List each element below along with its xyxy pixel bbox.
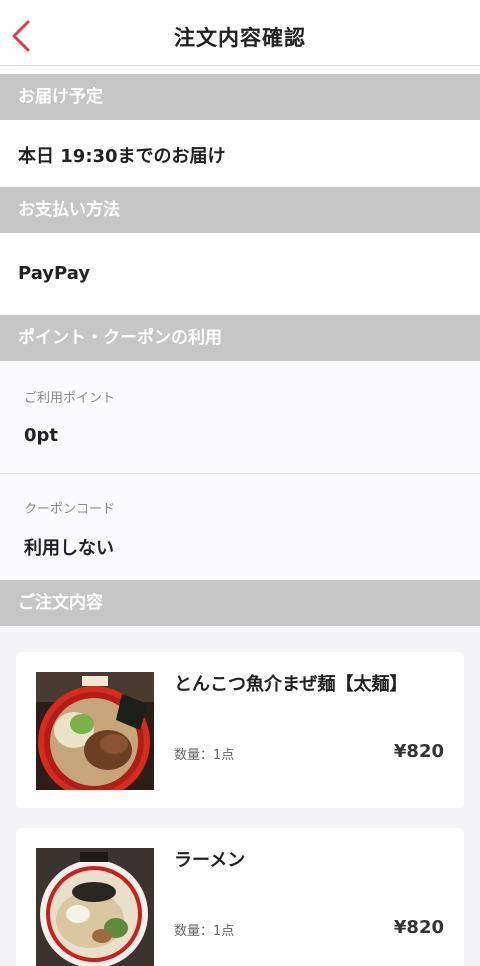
section-header-order: ご注文内容 xyxy=(0,580,480,626)
coupon-row[interactable]: クーポンコード 利用しない xyxy=(0,474,480,580)
section-header-delivery: お届け予定 xyxy=(0,74,480,120)
food-image xyxy=(36,672,154,790)
coupon-label: クーポンコード xyxy=(24,502,116,517)
item-price: ¥820 xyxy=(393,917,444,938)
coupon-value[interactable]: 利用しない xyxy=(24,534,114,560)
section-header-points: ポイント・クーポンの利用 xyxy=(0,315,480,361)
points-row[interactable]: ご利用ポイント 0pt xyxy=(0,361,480,473)
order-item-card[interactable]: ラーメン 数量：1点 ¥820 xyxy=(16,828,464,966)
delivery-time: 本日 19:30までのお届け xyxy=(18,146,226,167)
app-header: 注文内容確認 xyxy=(0,0,480,66)
item-name: とんこつ魚介まぜ麺【太麺】 xyxy=(174,674,408,695)
order-list: とんこつ魚介まぜ麺【太麺】 数量：1点 ¥820 ラーメン 数量：1点 ¥820 xyxy=(0,626,480,966)
page-title: 注文内容確認 xyxy=(174,26,306,50)
food-image xyxy=(36,848,154,966)
section-header-payment: お支払い方法 xyxy=(0,187,480,233)
item-name: ラーメン xyxy=(174,850,246,871)
points-value[interactable]: 0pt xyxy=(24,425,58,446)
item-price: ¥820 xyxy=(393,741,444,762)
order-item-card[interactable]: とんこつ魚介まぜ麺【太麺】 数量：1点 ¥820 xyxy=(16,652,464,808)
points-label: ご利用ポイント xyxy=(24,391,116,406)
item-quantity: 数量：1点 xyxy=(174,924,235,939)
item-quantity: 数量：1点 xyxy=(174,748,235,763)
payment-method[interactable]: PayPay xyxy=(18,263,90,284)
